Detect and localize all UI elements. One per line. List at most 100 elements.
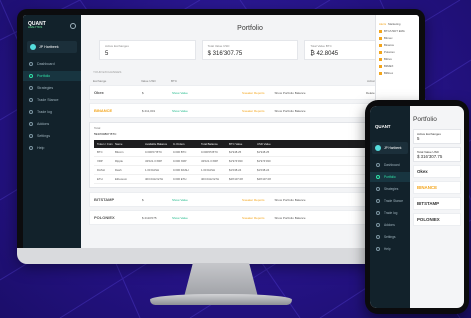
right-tab-alerts[interactable]: Alerts xyxy=(379,22,386,26)
balance-row: XRP Ripple 43'021.3 XRP 0.000 XRP 43'021.3 X… xyxy=(94,157,406,166)
balance-cell: Dash xyxy=(115,168,122,172)
right-tab-marketing[interactable]: Marketing xyxy=(388,22,400,26)
phone-sidebar-nav: Dashboard Portfolio Strategies Trade Stance… xyxy=(370,160,410,254)
right-panel-item-label: BitMEX xyxy=(384,64,394,68)
balance-cell: 0.000 XRP xyxy=(173,159,187,163)
stat-card: Total Value USD $ 316'307.75 xyxy=(201,40,299,60)
exchange-actions: Sneaker Reports Show Portfolio Balance xyxy=(242,109,366,113)
phone-sidebar-item-help[interactable]: Help xyxy=(370,244,410,254)
balance-cell: Bitcoin xyxy=(115,150,124,154)
app-logo[interactable]: QUANT ANALYTICS xyxy=(28,22,46,30)
show-portfolio-balance-link[interactable]: Show Portfolio Balance xyxy=(275,91,306,95)
balance-cell: 0.000'05 BTC xyxy=(201,150,219,154)
phone-sidebar: QUANT JP Hartbeek Dashboard Portfolio Stra… xyxy=(370,106,410,308)
right-panel-item-label: Bitfinex xyxy=(384,71,394,75)
menu-toggle-icon[interactable] xyxy=(70,23,76,29)
square-icon xyxy=(379,50,382,54)
balance-cell: $49'107.08 xyxy=(229,177,243,181)
phone-sidebar-item-dashboard[interactable]: Dashboard xyxy=(370,160,410,170)
phone-exchange-item[interactable]: POLONIEX xyxy=(413,213,461,226)
phone-sidebar-item-label: Dashboard xyxy=(384,163,400,167)
phone-sidebar-item-settings[interactable]: Settings xyxy=(370,232,410,242)
show-value-link[interactable]: Show Value xyxy=(172,91,242,95)
phone-sidebar-item-portfolio[interactable]: Portfolio xyxy=(370,172,410,182)
right-panel-item[interactable]: Binance xyxy=(379,43,416,47)
sidebar-item-label: Portfolio xyxy=(37,74,51,78)
exchange-name[interactable]: BITSTAMP xyxy=(94,197,142,202)
sidebar: QUANT ANALYTICS JP Hartbeek Dashboard Por… xyxy=(23,15,81,255)
sidebar-item-strategies[interactable]: Strategies xyxy=(23,83,81,93)
balance-cell: Ripple xyxy=(115,159,123,163)
balance-cell: XRP xyxy=(97,159,103,163)
sneaker-reports-link[interactable]: Sneaker Reports xyxy=(242,216,265,220)
phone-sidebar-item-label: Addons xyxy=(384,223,395,227)
balance-column-header: BTC Value xyxy=(229,142,243,146)
sidebar-item-label: Help xyxy=(37,146,45,150)
balance-table-body: BTC Bitcoin 0.000'07 BTC 0.000 BTC 0.000'05 … xyxy=(94,148,406,184)
phone-sidebar-item-strategies[interactable]: Strategies xyxy=(370,184,410,194)
square-icon xyxy=(379,64,382,68)
phone-sidebar-item-label: Help xyxy=(384,247,391,251)
phone-account-chip[interactable]: JP Hartbeek xyxy=(372,142,408,154)
right-panel-item[interactable]: BitMEX xyxy=(379,64,416,68)
phone-sidebar-item-trade-stance[interactable]: Trade Stance xyxy=(370,196,410,206)
balance-cell: 0.000 BTC xyxy=(173,150,187,154)
balance-cell: 403.0412 ETH xyxy=(145,177,164,181)
show-value-link[interactable]: Show Value xyxy=(172,109,242,113)
right-panel-item[interactable]: Bittrex xyxy=(379,57,416,61)
balance-cell: BTC xyxy=(97,150,103,154)
column-header: Value USD xyxy=(141,79,156,83)
right-panel-item[interactable]: Poloniex xyxy=(379,50,416,54)
right-panel-item[interactable]: BTC/USDT EMA xyxy=(379,29,416,33)
phone-sidebar-item-trade-log[interactable]: Trade log xyxy=(370,208,410,218)
sneaker-reports-link[interactable]: Sneaker Reports xyxy=(242,109,265,113)
show-value-link[interactable]: Show Value xyxy=(172,198,242,202)
exchange-name[interactable]: BINANCE xyxy=(94,108,142,113)
right-panel-item[interactable]: Bitmex xyxy=(379,36,416,40)
balance-column-header: In Orders xyxy=(173,142,185,146)
phone-sidebar-item-label: Settings xyxy=(384,235,396,239)
sidebar-item-label: Addons xyxy=(37,122,50,126)
exchange-name[interactable]: Okex xyxy=(94,90,142,95)
account-chip[interactable]: JP Hartbeek xyxy=(27,41,77,53)
sidebar-item-dashboard[interactable]: Dashboard xyxy=(23,59,81,69)
sidebar-item-addons[interactable]: Addons xyxy=(23,119,81,129)
balance-panel: Total Import file 5943'00807 BTC Token /… xyxy=(89,122,411,188)
balance-cell: Ethereum xyxy=(115,177,128,181)
sneaker-reports-link[interactable]: Sneaker Reports xyxy=(242,198,265,202)
phone-exchange-item[interactable]: BINANCE xyxy=(413,181,461,194)
phone-sidebar-item-addons[interactable]: Addons xyxy=(370,220,410,230)
sneaker-reports-link[interactable]: Sneaker Reports xyxy=(242,91,265,95)
phone-logo-line1: QUANT xyxy=(375,124,391,129)
exchange-actions: Sneaker Reports Show Portfolio Balance xyxy=(242,216,366,220)
square-icon xyxy=(379,43,382,47)
sidebar-item-settings[interactable]: Settings xyxy=(23,131,81,141)
right-panel-item[interactable]: Bitfinex xyxy=(379,71,416,75)
show-portfolio-balance-link[interactable]: Show Portfolio Balance xyxy=(275,198,306,202)
phone-exchange-item[interactable]: Okex xyxy=(413,165,461,178)
sidebar-item-portfolio[interactable]: Portfolio xyxy=(23,71,81,81)
phone-stats: Active Exchanges 5 Total Value USD $ 316'30… xyxy=(413,129,461,162)
column-header: Exchange xyxy=(93,79,107,83)
balance-cell: DASH xyxy=(97,168,105,172)
balance-cell: 43'021.3 XRP xyxy=(145,159,163,163)
show-portfolio-balance-link[interactable]: Show Portfolio Balance xyxy=(275,109,306,113)
sidebar-item-help[interactable]: Help xyxy=(23,143,81,153)
balance-row: DASH Dash 1.00 DASH 0.000 DASH 1.00 DASH $1'0… xyxy=(94,166,406,175)
phone-stat-value: 5 xyxy=(417,136,420,141)
strategies-icon xyxy=(376,187,380,191)
phone-exchange-item[interactable]: BITSTAMP xyxy=(413,197,461,210)
balance-column-header: Name xyxy=(115,142,123,146)
show-portfolio-balance-link[interactable]: Show Portfolio Balance xyxy=(275,216,306,220)
balance-column-header: Total Balance xyxy=(201,142,218,146)
show-value-link[interactable]: Show Value xyxy=(172,216,242,220)
phone-app-logo[interactable]: QUANT xyxy=(375,124,391,129)
sidebar-item-trade-stance[interactable]: Trade Stance xyxy=(23,95,81,105)
balance-row: BTC Bitcoin 0.000'07 BTC 0.000 BTC 0.000'05 … xyxy=(94,148,406,157)
sidebar-item-trade-log[interactable]: Trade log xyxy=(23,107,81,117)
phone-page-title: Portfolio xyxy=(413,116,437,123)
right-panel-list: BTC/USDT EMA Bitmex Binance Poloniex Bittrex… xyxy=(379,29,416,75)
exchange-name[interactable]: POLONIEX xyxy=(94,215,142,220)
trade-stance-icon xyxy=(29,98,33,102)
phone-sidebar-item-label: Strategies xyxy=(384,187,399,191)
